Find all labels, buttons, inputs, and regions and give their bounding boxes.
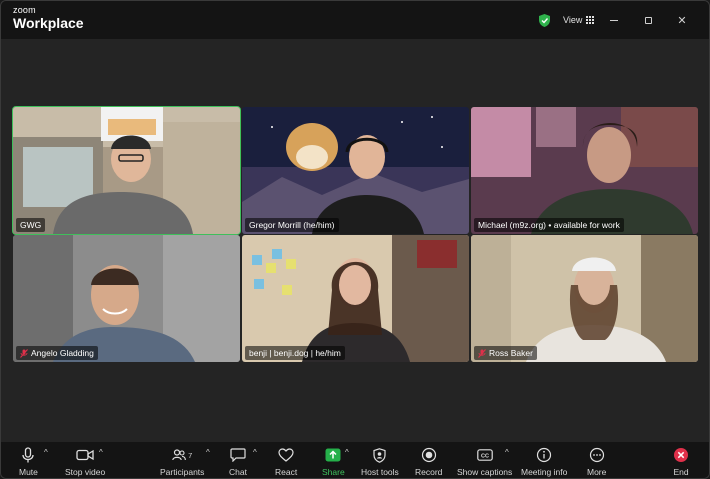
show-captions-button[interactable]: CC Show captions [457,446,512,478]
view-button[interactable]: View [557,11,600,29]
video-feed-ross [471,235,698,362]
video-tile-gregor[interactable]: Gregor Morrill (he/him) [242,107,469,234]
more-icon [589,447,604,463]
video-options-chevron-icon[interactable]: ^ [99,448,103,457]
participants-icon [172,449,186,461]
video-feed-gwg [13,107,240,234]
participants-label: Participants [160,467,205,477]
close-button[interactable]: ✕ [673,11,691,29]
maximize-button[interactable] [639,11,657,29]
video-tile-ross[interactable]: Ross Baker [471,235,698,362]
show-captions-label: Show captions [457,467,513,477]
info-icon [537,447,552,463]
chat-button[interactable]: Chat [229,446,247,478]
host-tools-button[interactable]: Host tools [361,446,399,478]
participant-name-tag: benji | benji.dog | he/him [245,346,345,360]
zoom-workplace-logo: zoom Workplace [13,5,84,31]
share-screen-icon [325,448,341,462]
record-button[interactable]: Record [415,446,442,478]
encryption-shield-icon[interactable] [539,14,550,27]
meeting-info-label: Meeting info [521,467,568,477]
video-tile-gwg[interactable]: GWG [12,106,241,235]
record-icon [421,447,436,463]
meeting-toolbar: Mute ^ Stop video ^ 7 Participants ^ Cha… [1,442,709,478]
participant-name-tag: Gregor Morrill (he/him) [245,218,339,232]
chat-icon [230,448,246,462]
shield-icon [373,447,386,463]
participant-name: Michael (m9z.org) • available for work [478,220,620,230]
zoom-window: zoom Workplace View ✕ GWG Gregor Morrill… [0,0,710,479]
participants-options-chevron-icon[interactable]: ^ [206,448,210,457]
meeting-info-button[interactable]: Meeting info [521,446,567,478]
video-feed-gregor [242,107,469,234]
maximize-icon [644,16,652,24]
participants-button[interactable]: 7 Participants [160,446,204,478]
share-button[interactable]: Share [322,446,345,478]
video-tile-benji[interactable]: benji | benji.dog | he/him [242,235,469,362]
video-feed-michael [471,107,698,234]
chat-label: Chat [229,467,247,477]
share-label: Share [322,467,345,477]
logo-main-text: Workplace [13,15,84,31]
logo-top-text: zoom [13,5,36,15]
react-button[interactable]: React [275,446,297,478]
closed-captions-icon: CC [476,449,493,461]
microphone-icon [22,447,35,463]
host-tools-label: Host tools [361,467,399,477]
title-bar: zoom Workplace View ✕ [1,1,709,39]
muted-mic-icon [20,348,28,358]
chat-options-chevron-icon[interactable]: ^ [253,448,257,457]
share-options-chevron-icon[interactable]: ^ [345,448,349,457]
participant-name: benji | benji.dog | he/him [249,348,341,358]
react-label: React [275,467,298,477]
video-gallery: GWG Gregor Morrill (he/him) Michael (m9z… [1,39,709,442]
captions-options-chevron-icon[interactable]: ^ [505,448,509,457]
close-icon: ✕ [677,14,687,27]
svg-text:CC: CC [481,453,489,459]
end-label: End [673,467,689,477]
participant-name: GWG [20,220,42,230]
participant-name-tag: Ross Baker [474,346,537,360]
video-tile-angelo[interactable]: Angelo Gladding [13,235,240,362]
participant-name: Gregor Morrill (he/him) [249,220,335,230]
minimize-icon [610,19,618,21]
participants-count: 7 [188,450,193,460]
more-button[interactable]: More [587,446,606,478]
view-label: View [563,15,583,25]
video-camera-icon [76,449,94,461]
muted-mic-icon [478,348,486,358]
heart-icon [278,448,294,462]
participant-name: Angelo Gladding [31,348,94,358]
mute-options-chevron-icon[interactable]: ^ [44,448,48,457]
participant-name: Ross Baker [489,348,533,358]
grid-icon [586,16,595,24]
mute-label: Mute [19,467,38,477]
video-feed-angelo [13,235,240,362]
participant-name-tag: Michael (m9z.org) • available for work [474,218,624,232]
video-feed-benji [242,235,469,362]
participant-name-tag: Angelo Gladding [16,346,98,360]
participant-name-tag: GWG [16,218,46,232]
end-button[interactable]: End [672,446,690,478]
stop-video-label: Stop video [65,467,106,477]
video-tile-michael[interactable]: Michael (m9z.org) • available for work [471,107,698,234]
minimize-button[interactable] [605,11,623,29]
record-label: Record [415,467,443,477]
end-call-icon [674,448,688,462]
more-label: More [587,467,607,477]
mute-button[interactable]: Mute [19,446,38,478]
